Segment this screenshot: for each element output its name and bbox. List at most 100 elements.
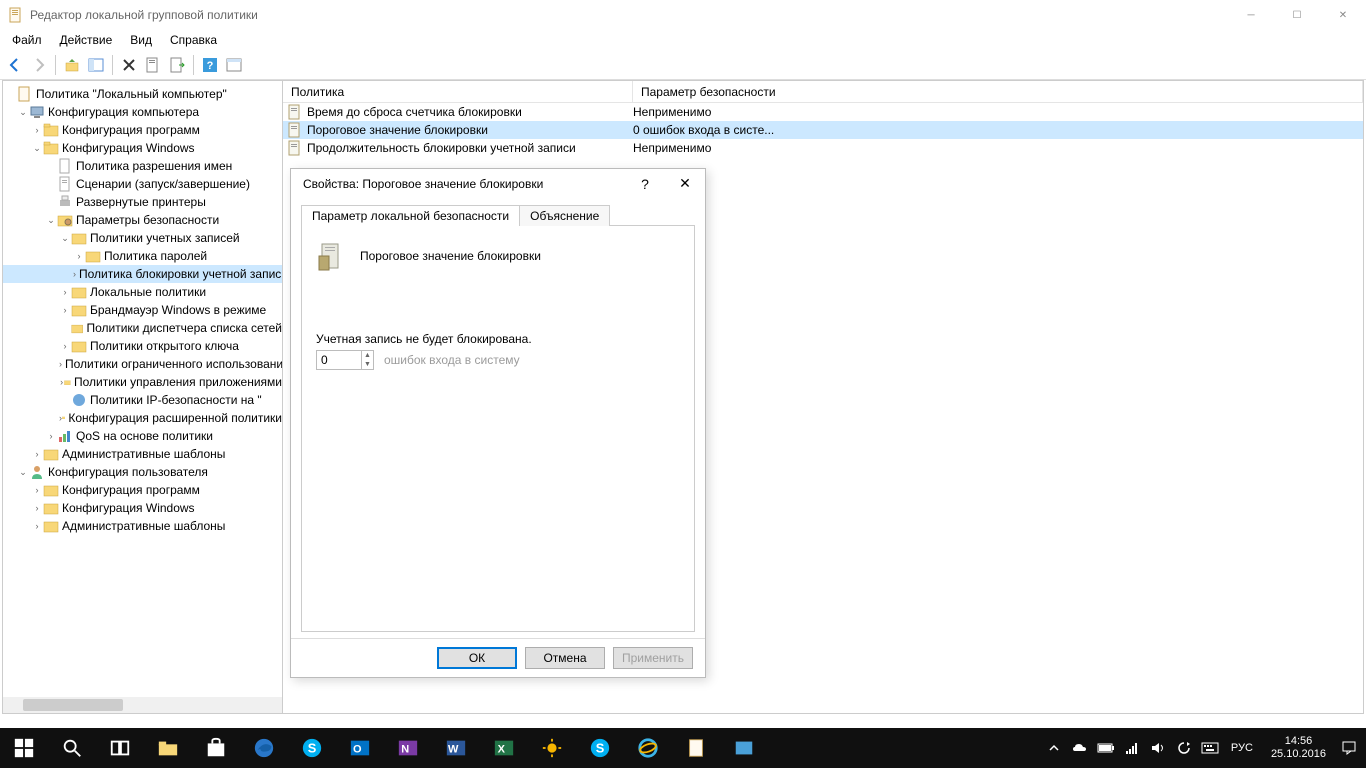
threshold-spinner[interactable]: ▲ ▼ <box>316 350 374 370</box>
tree-item[interactable]: › Административные шаблоны <box>3 445 282 463</box>
tab-explanation[interactable]: Объяснение <box>519 205 610 226</box>
delete-button[interactable] <box>118 54 140 76</box>
forward-button[interactable] <box>28 54 50 76</box>
chevron-right-icon[interactable]: › <box>31 125 43 135</box>
tree-item[interactable]: › Политики открытого ключа <box>3 337 282 355</box>
tree-computer-config[interactable]: ⌄ Конфигурация компьютера <box>3 103 282 121</box>
menu-view[interactable]: Вид <box>122 31 160 49</box>
taskbar-ie-icon[interactable] <box>624 728 672 768</box>
tray-action-center-icon[interactable] <box>1338 740 1360 756</box>
start-button[interactable] <box>0 728 48 768</box>
taskbar-excel-icon[interactable]: X <box>480 728 528 768</box>
tree-item[interactable]: Развернутые принтеры <box>3 193 282 211</box>
tree-item[interactable]: Политика разрешения имен <box>3 157 282 175</box>
search-icon[interactable] <box>48 728 96 768</box>
chevron-right-icon[interactable]: › <box>31 503 43 513</box>
chevron-right-icon[interactable]: › <box>45 431 57 441</box>
list-row[interactable]: Продолжительность блокировки учетной зап… <box>283 139 1363 157</box>
menu-help[interactable]: Справка <box>162 31 225 49</box>
tray-chevron-up-icon[interactable] <box>1043 742 1065 754</box>
apply-button[interactable]: Применить <box>613 647 693 669</box>
chevron-down-icon[interactable]: ⌄ <box>17 467 29 478</box>
chevron-down-icon[interactable]: ⌄ <box>45 215 57 226</box>
tree-item[interactable]: Политики диспетчера списка сетей <box>3 319 282 337</box>
tree-item[interactable]: › Административные шаблоны <box>3 517 282 535</box>
taskbar-weather-icon[interactable] <box>528 728 576 768</box>
chevron-right-icon[interactable]: › <box>59 341 71 351</box>
tree-item[interactable]: › Конфигурация программ <box>3 481 282 499</box>
properties-button[interactable] <box>142 54 164 76</box>
taskbar-outlook-icon[interactable]: O <box>336 728 384 768</box>
tray-sync-icon[interactable] <box>1173 741 1195 755</box>
filter-button[interactable] <box>223 54 245 76</box>
list-row[interactable]: Время до сброса счетчика блокировки Непр… <box>283 103 1363 121</box>
chevron-down-icon[interactable]: ⌄ <box>59 233 71 244</box>
chevron-right-icon[interactable]: › <box>59 359 62 369</box>
tree-item[interactable]: › Конфигурация Windows <box>3 499 282 517</box>
spinner-down-icon[interactable]: ▼ <box>362 360 373 369</box>
taskbar-explorer-icon[interactable] <box>144 728 192 768</box>
threshold-input[interactable] <box>317 353 361 367</box>
column-header-security[interactable]: Параметр безопасности <box>633 81 1363 102</box>
taskbar-store-icon[interactable] <box>192 728 240 768</box>
task-view-icon[interactable] <box>96 728 144 768</box>
tree-item[interactable]: ⌄ Конфигурация Windows <box>3 139 282 157</box>
taskbar-word-icon[interactable]: W <box>432 728 480 768</box>
chevron-right-icon[interactable]: › <box>59 287 71 297</box>
taskbar-edge-icon[interactable] <box>240 728 288 768</box>
show-hide-tree-button[interactable] <box>85 54 107 76</box>
menu-action[interactable]: Действие <box>52 31 121 49</box>
tray-language[interactable]: РУС <box>1225 742 1259 754</box>
tree-user-config[interactable]: ⌄ Конфигурация пользователя <box>3 463 282 481</box>
tree-item[interactable]: Сценарии (запуск/завершение) <box>3 175 282 193</box>
tray-keyboard-icon[interactable] <box>1199 742 1221 754</box>
taskbar-app-icon[interactable] <box>720 728 768 768</box>
tab-local-security[interactable]: Параметр локальной безопасности <box>301 205 520 226</box>
ok-button[interactable]: ОК <box>437 647 517 669</box>
chevron-right-icon[interactable]: › <box>73 251 85 261</box>
tray-network-icon[interactable] <box>1121 741 1143 755</box>
chevron-down-icon[interactable]: ⌄ <box>17 107 29 118</box>
chevron-right-icon[interactable]: › <box>59 305 71 315</box>
tree-item[interactable]: › Конфигурация расширенной политики <box>3 409 282 427</box>
tray-clock[interactable]: 14:56 25.10.2016 <box>1263 735 1334 761</box>
back-button[interactable] <box>4 54 26 76</box>
tray-battery-icon[interactable] <box>1095 742 1117 754</box>
tree-item[interactable]: › Политика паролей <box>3 247 282 265</box>
chevron-right-icon[interactable]: › <box>31 521 43 531</box>
tree-item[interactable]: › Брандмауэр Windows в режиме <box>3 301 282 319</box>
tray-onedrive-icon[interactable] <box>1069 740 1091 756</box>
export-button[interactable] <box>166 54 188 76</box>
horizontal-scrollbar[interactable] <box>3 697 282 713</box>
minimize-button[interactable]: ─ <box>1228 0 1274 30</box>
taskbar-onenote-icon[interactable]: N <box>384 728 432 768</box>
chevron-right-icon[interactable]: › <box>73 269 76 279</box>
tree-item[interactable]: ⌄ Политики учетных записей <box>3 229 282 247</box>
taskbar-skype-icon[interactable]: S <box>288 728 336 768</box>
help-icon[interactable]: ? <box>625 176 665 192</box>
chevron-down-icon[interactable]: ⌄ <box>31 143 43 154</box>
taskbar-skype2-icon[interactable]: S <box>576 728 624 768</box>
chevron-right-icon[interactable]: › <box>31 449 43 459</box>
close-button[interactable]: ✕ <box>1320 0 1366 30</box>
tree-item[interactable]: Политики IP-безопасности на " <box>3 391 282 409</box>
tree-item[interactable]: › Политики управления приложениями <box>3 373 282 391</box>
help-button[interactable]: ? <box>199 54 221 76</box>
cancel-button[interactable]: Отмена <box>525 647 605 669</box>
tree-item-selected[interactable]: › Политика блокировки учетной записи <box>3 265 282 283</box>
chevron-right-icon[interactable]: › <box>31 485 43 495</box>
menu-file[interactable]: Файл <box>4 31 50 49</box>
column-header-policy[interactable]: Политика <box>283 81 633 102</box>
tree-item[interactable]: › Локальные политики <box>3 283 282 301</box>
up-button[interactable] <box>61 54 83 76</box>
taskbar-notepad-icon[interactable] <box>672 728 720 768</box>
tree-item[interactable]: ⌄ Параметры безопасности <box>3 211 282 229</box>
maximize-button[interactable]: ☐ <box>1274 0 1320 30</box>
tree-item[interactable]: › Политики ограниченного использования <box>3 355 282 373</box>
tree-root[interactable]: Политика "Локальный компьютер" <box>3 85 282 103</box>
close-icon[interactable]: ✕ <box>665 175 705 192</box>
list-row-selected[interactable]: Пороговое значение блокировки 0 ошибок в… <box>283 121 1363 139</box>
tree-item[interactable]: › Конфигурация программ <box>3 121 282 139</box>
tree-item[interactable]: › QoS на основе политики <box>3 427 282 445</box>
spinner-up-icon[interactable]: ▲ <box>362 351 373 360</box>
